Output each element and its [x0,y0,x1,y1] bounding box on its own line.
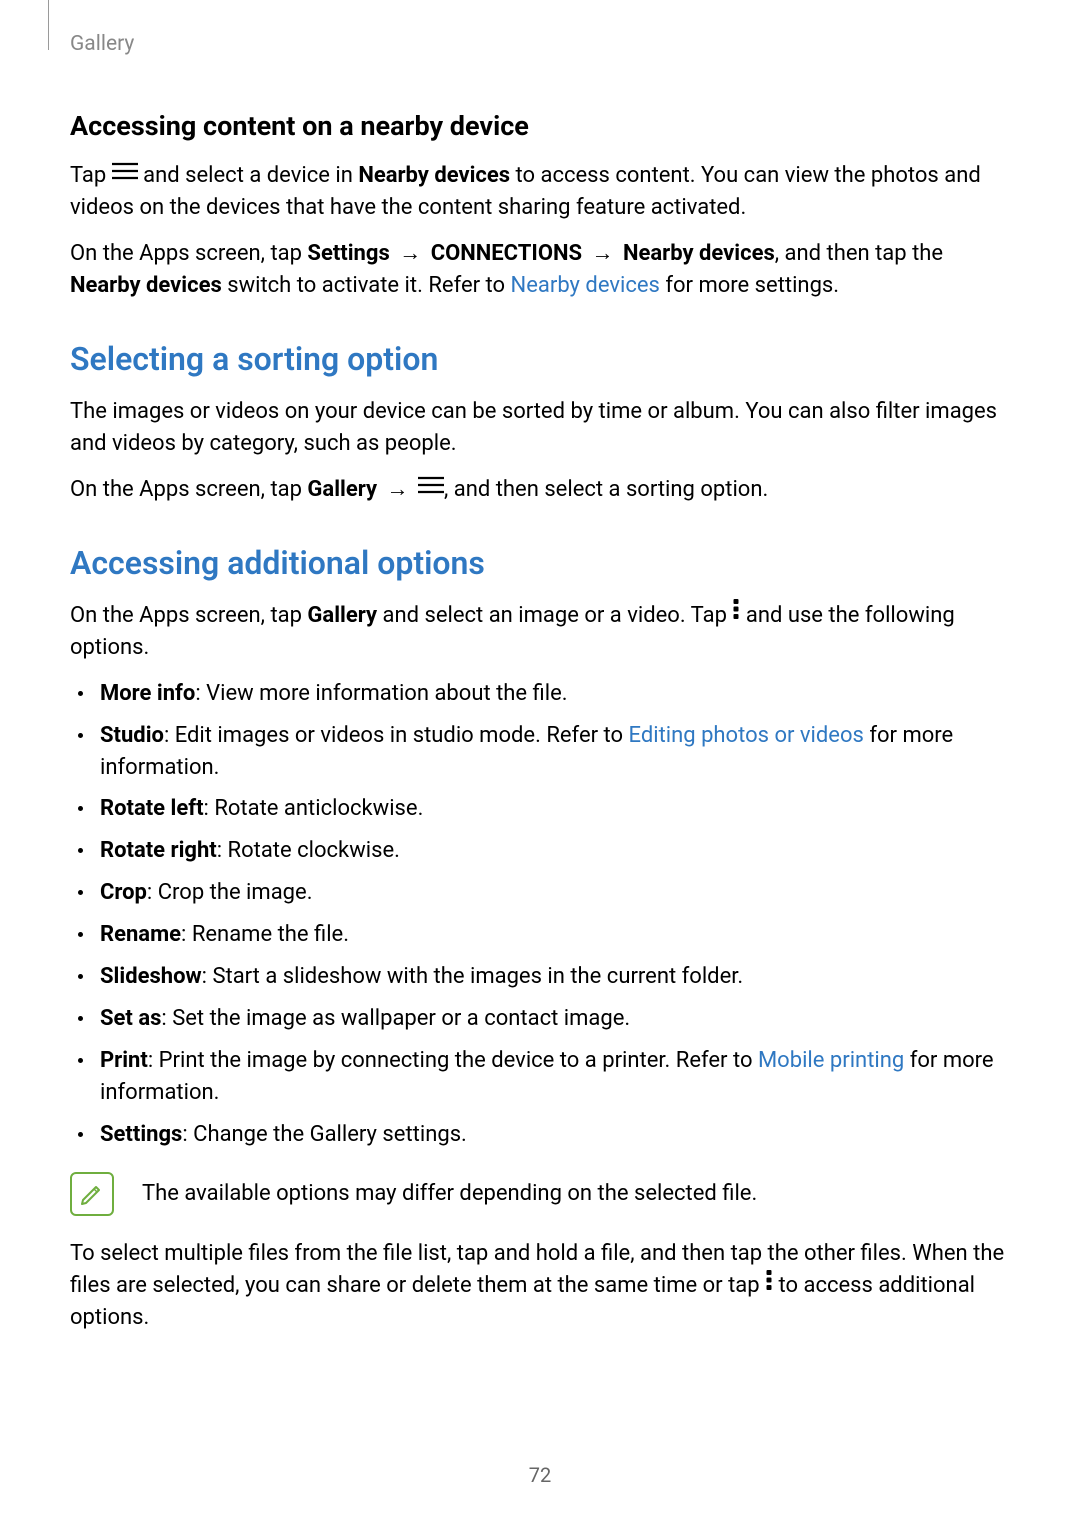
bold-text: CONNECTIONS [431,241,582,266]
bullet-icon [78,806,83,811]
list-item: Studio: Edit images or videos in studio … [100,720,1010,784]
header-divider [48,0,49,50]
heading-additional: Accessing additional options [70,544,1010,582]
para-sorting-2: On the Apps screen, tap Gallery → , and … [70,474,1010,506]
text: , and then select a sorting option. [444,477,768,502]
bullet-icon [78,848,83,853]
note-box: The available options may differ dependi… [70,1172,1010,1216]
text: for more settings. [660,273,839,298]
link-mobile-printing[interactable]: Mobile printing [758,1048,904,1073]
option-label: Rename [100,922,181,947]
bold-text: Nearby devices [358,163,510,188]
menu-lines-icon [112,158,138,190]
bold-text: Settings [307,241,389,266]
arrow-icon: → [377,477,418,502]
bullet-icon [78,1016,83,1021]
bullet-icon [78,974,83,979]
page-content: Accessing content on a nearby device Tap… [70,110,1010,1348]
option-desc: : Set the image as wallpaper or a contac… [161,1006,630,1031]
list-item: Rename: Rename the file. [100,919,1010,951]
bullet-icon [78,890,83,895]
text: On the Apps screen, tap [70,477,307,502]
option-desc: : Edit images or videos in studio mode. … [164,723,629,748]
text: and select a device in [138,163,359,188]
para-nearby-1: Tap and select a device in Nearby device… [70,160,1010,224]
text: On the Apps screen, tap [70,241,307,266]
option-label: More info [100,681,195,706]
list-item: Crop: Crop the image. [100,877,1010,909]
page-number: 72 [0,1463,1080,1487]
bullet-icon [78,1058,83,1063]
text: and select an image or a video. Tap [377,603,732,628]
bold-text: Nearby devices [70,273,222,298]
para-sorting-1: The images or videos on your device can … [70,396,1010,460]
para-additional-1: On the Apps screen, tap Gallery and sele… [70,600,1010,664]
option-label: Crop [100,880,147,905]
option-desc: : View more information about the file. [195,681,567,706]
link-editing-photos[interactable]: Editing photos or videos [629,723,864,748]
list-item: Print: Print the image by connecting the… [100,1045,1010,1109]
list-item: Settings: Change the Gallery settings. [100,1119,1010,1151]
more-dots-icon [765,1269,773,1301]
text: Tap [70,163,112,188]
para-nearby-2: On the Apps screen, tap Settings → CONNE… [70,238,1010,302]
para-multi: To select multiple files from the file l… [70,1238,1010,1334]
option-label: Rotate left [100,796,204,821]
option-label: Slideshow [100,964,202,989]
heading-nearby: Accessing content on a nearby device [70,110,1010,142]
bold-text: Gallery [307,603,377,628]
arrow-icon: → [582,241,623,266]
list-item: Rotate left: Rotate anticlockwise. [100,793,1010,825]
bold-text: Gallery [307,477,377,502]
option-label: Studio [100,723,164,748]
option-desc: : Start a slideshow with the images in t… [202,964,744,989]
bullet-icon [78,1132,83,1137]
list-item: Set as: Set the image as wallpaper or a … [100,1003,1010,1035]
option-label: Set as [100,1006,161,1031]
option-desc: : Print the image by connecting the devi… [148,1048,758,1073]
options-list: More info: View more information about t… [70,678,1010,1151]
text: , and then tap the [775,241,943,266]
bold-text: Nearby devices [623,241,775,266]
option-desc: : Rotate clockwise. [217,838,400,863]
bullet-icon [78,932,83,937]
bullet-icon [78,691,83,696]
note-pencil-icon [70,1172,114,1216]
option-label: Print [100,1048,148,1073]
list-item: More info: View more information about t… [100,678,1010,710]
list-item: Rotate right: Rotate clockwise. [100,835,1010,867]
option-desc: : Rename the file. [181,922,349,947]
option-desc: : Rotate anticlockwise. [204,796,424,821]
option-desc: : Crop the image. [147,880,313,905]
note-text: The available options may differ dependi… [142,1179,757,1210]
option-label: Settings [100,1122,182,1147]
text: On the Apps screen, tap [70,603,307,628]
more-dots-icon [732,598,740,630]
list-item: Slideshow: Start a slideshow with the im… [100,961,1010,993]
heading-sorting: Selecting a sorting option [70,340,1010,378]
option-label: Rotate right [100,838,217,863]
arrow-icon: → [390,241,431,266]
breadcrumb: Gallery [70,32,134,56]
bullet-icon [78,733,83,738]
link-nearby-devices[interactable]: Nearby devices [511,273,660,298]
option-desc: : Change the Gallery settings. [182,1122,467,1147]
text: switch to activate it. Refer to [222,273,511,298]
menu-lines-icon [418,472,444,504]
